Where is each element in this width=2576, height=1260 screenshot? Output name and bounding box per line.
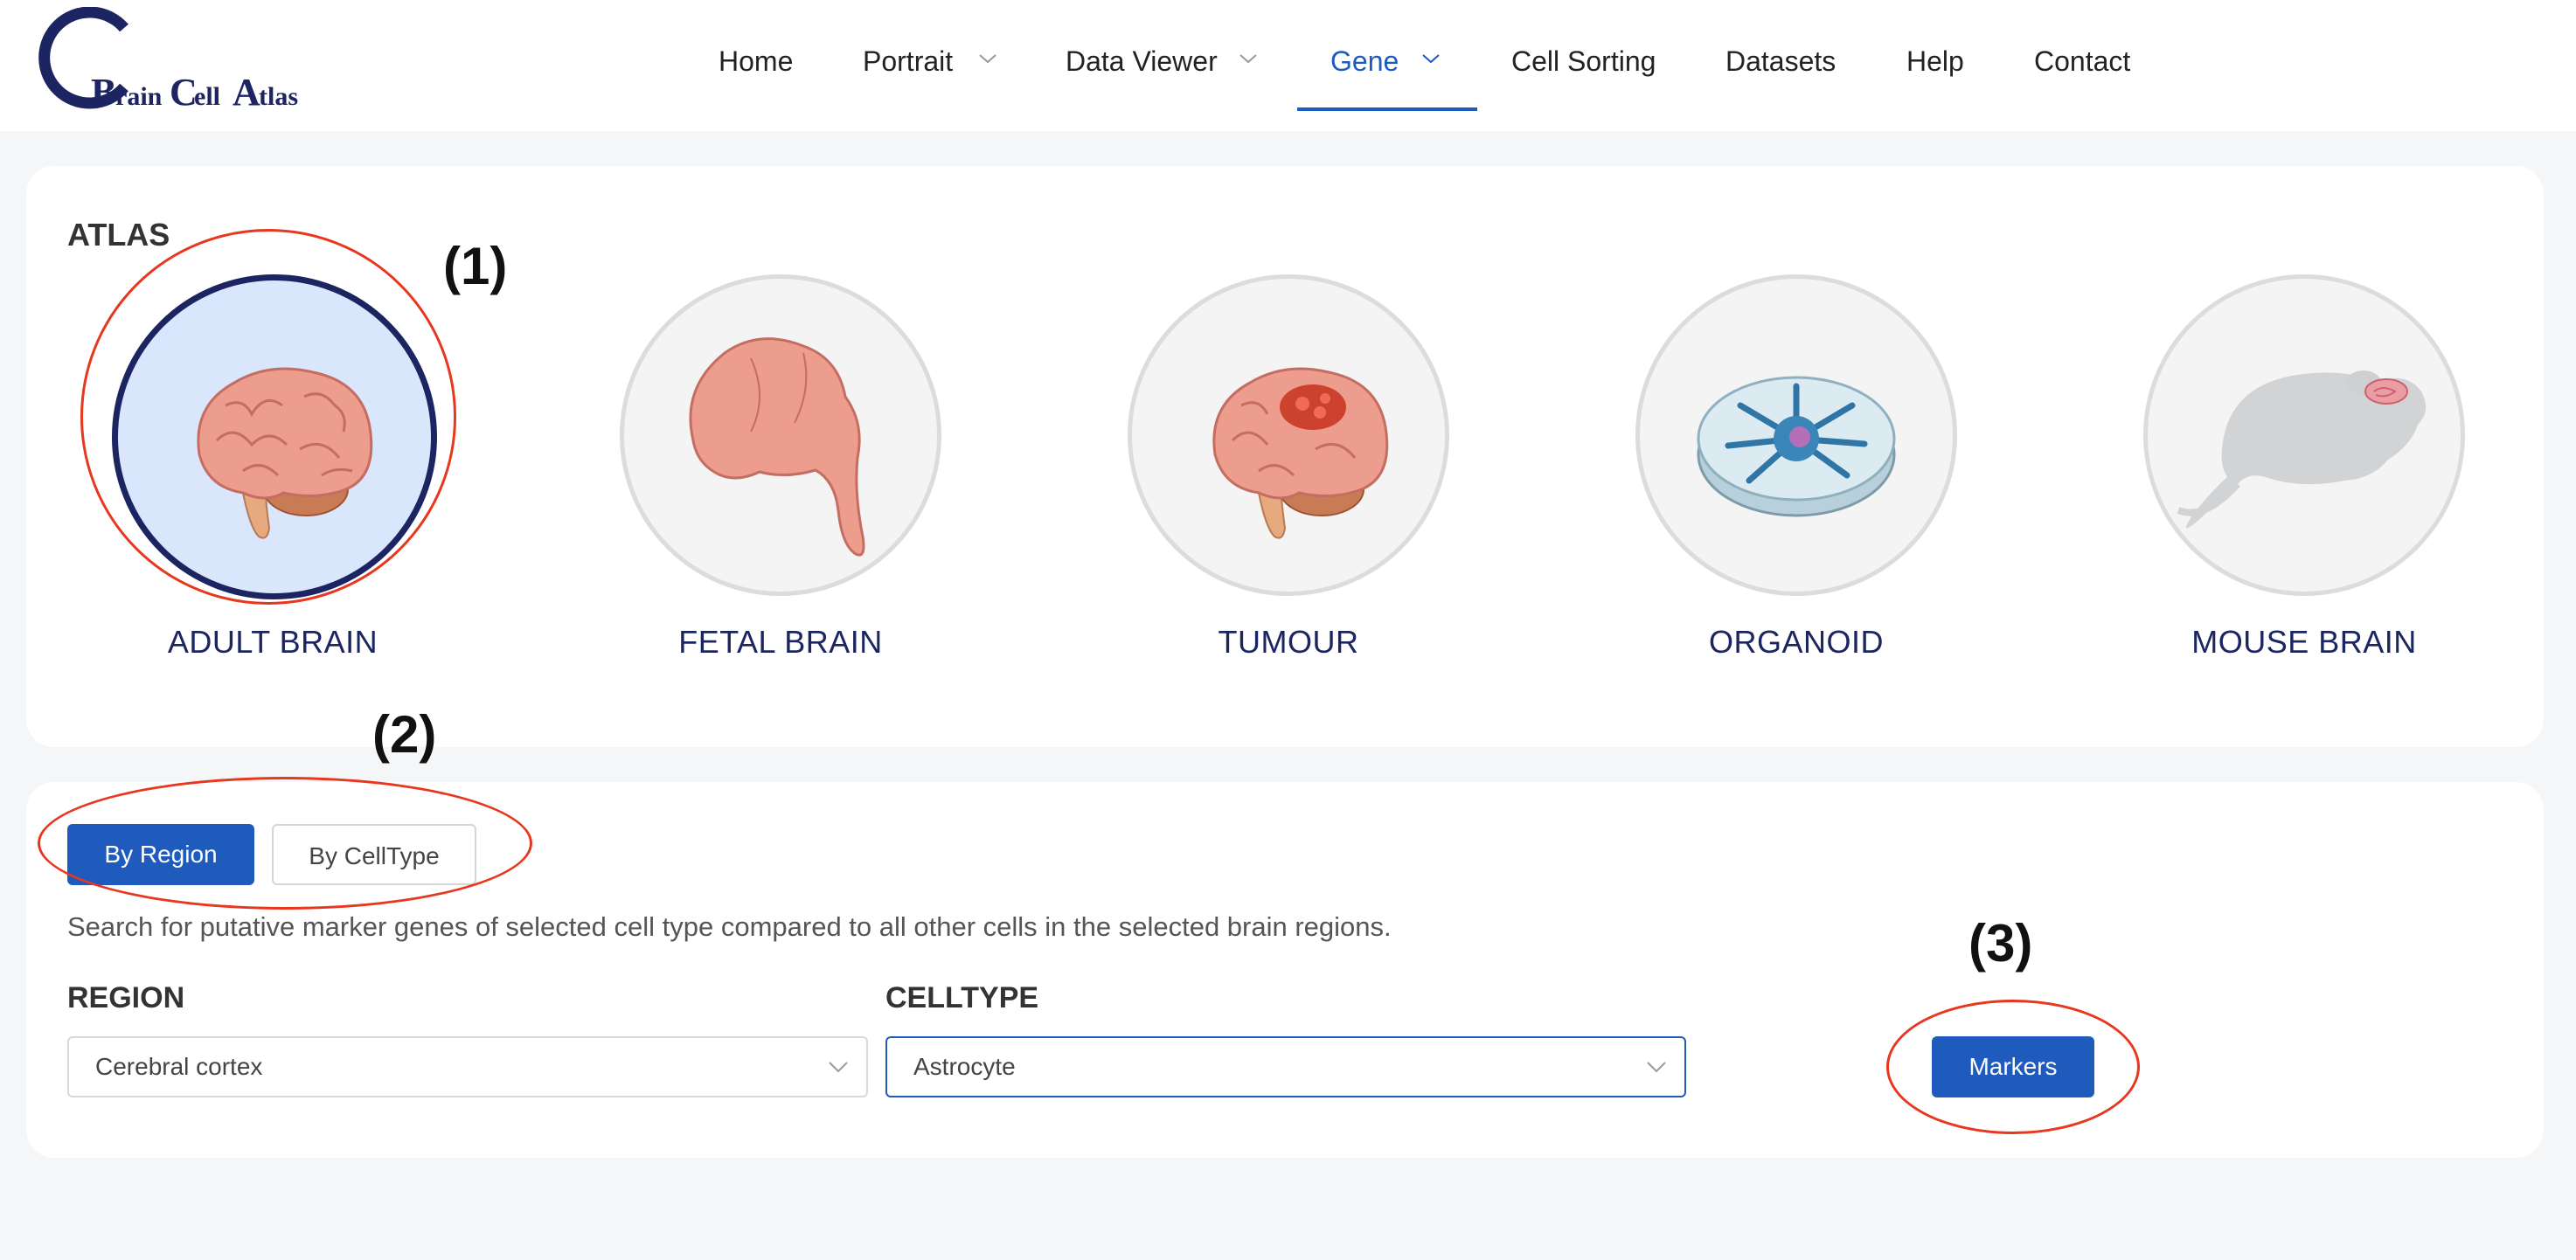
chevron-down-icon bbox=[1647, 1062, 1666, 1073]
nav-help[interactable]: Help bbox=[1906, 0, 1964, 119]
chevron-down-icon bbox=[829, 1062, 848, 1073]
nav-contact-label: Contact bbox=[2034, 45, 2131, 77]
celltype-select[interactable]: Astrocyte bbox=[885, 1036, 1686, 1097]
chevron-down-icon bbox=[1422, 54, 1440, 64]
markers-button[interactable]: Markers bbox=[1932, 1036, 2094, 1097]
adult-brain-icon bbox=[197, 367, 373, 539]
celltype-label: CELLTYPE bbox=[885, 981, 1039, 1014]
chevron-down-icon bbox=[979, 54, 996, 64]
nav-home-label: Home bbox=[719, 45, 794, 77]
mouse-icon bbox=[2177, 370, 2427, 529]
atlas-heading: ATLAS bbox=[67, 217, 170, 253]
atlas-label-adult-brain: ADULT BRAIN bbox=[167, 624, 378, 660]
top-header: B rain C ell A tlas Home Portrait Data V… bbox=[0, 0, 2576, 131]
atlas-label-mouse-brain: MOUSE BRAIN bbox=[2191, 624, 2417, 660]
nav-data-viewer[interactable]: Data Viewer bbox=[1066, 0, 1257, 119]
nav-gene[interactable]: Gene bbox=[1330, 0, 1440, 119]
atlas-tumour[interactable]: TUMOUR bbox=[1128, 274, 1460, 668]
annotation-label-2: (2) bbox=[372, 705, 437, 764]
nav-datasets[interactable]: Datasets bbox=[1725, 0, 1836, 119]
atlas-label-tumour: TUMOUR bbox=[1218, 624, 1359, 660]
atlas-organoid[interactable]: ORGANOID bbox=[1635, 274, 1968, 668]
nav-home[interactable]: Home bbox=[719, 0, 793, 119]
nav-data-viewer-label: Data Viewer bbox=[1066, 45, 1218, 77]
nav-gene-label: Gene bbox=[1330, 45, 1399, 77]
tumour-brain-icon bbox=[1212, 367, 1389, 539]
region-select[interactable]: Cerebral cortex bbox=[67, 1036, 868, 1097]
main-nav: Home Portrait Data Viewer Gene Cell Sort… bbox=[0, 0, 2576, 131]
atlas-fetal-brain[interactable]: FETAL BRAIN bbox=[620, 274, 952, 668]
region-select-value: Cerebral cortex bbox=[95, 1053, 263, 1080]
annotation-label-1: (1) bbox=[443, 237, 508, 295]
atlas-label-fetal-brain: FETAL BRAIN bbox=[678, 624, 883, 660]
celltype-select-value: Astrocyte bbox=[913, 1053, 1016, 1080]
atlas-mouse-brain[interactable]: MOUSE BRAIN bbox=[2143, 274, 2475, 668]
nav-help-label: Help bbox=[1906, 45, 1964, 77]
atlas-label-organoid: ORGANOID bbox=[1708, 624, 1884, 660]
fetal-brain-icon bbox=[689, 337, 865, 557]
nav-active-underline bbox=[1297, 107, 1477, 111]
organoid-dish-icon bbox=[1697, 376, 1896, 517]
tab-by-region[interactable]: By Region bbox=[67, 824, 254, 885]
atlas-adult-brain[interactable]: ADULT BRAIN bbox=[112, 274, 444, 668]
annotation-label-3: (3) bbox=[1968, 914, 2033, 973]
tab-by-celltype[interactable]: By CellType bbox=[272, 824, 476, 885]
atlas-card: ATLAS ADULT BRAIN FETAL BRAIN TUMOUR ORG… bbox=[26, 166, 2544, 747]
chevron-down-icon bbox=[1239, 54, 1257, 64]
nav-portrait[interactable]: Portrait bbox=[863, 0, 996, 119]
nav-contact[interactable]: Contact bbox=[2034, 0, 2130, 119]
nav-cell-sorting[interactable]: Cell Sorting bbox=[1511, 0, 1656, 119]
nav-datasets-label: Datasets bbox=[1725, 45, 1837, 77]
nav-portrait-label: Portrait bbox=[863, 45, 954, 77]
region-label: REGION bbox=[67, 981, 185, 1014]
nav-cell-sorting-label: Cell Sorting bbox=[1511, 45, 1656, 77]
search-description: Search for putative marker genes of sele… bbox=[67, 911, 1392, 942]
search-card: By Region By CellType Search for putativ… bbox=[26, 777, 2544, 1158]
